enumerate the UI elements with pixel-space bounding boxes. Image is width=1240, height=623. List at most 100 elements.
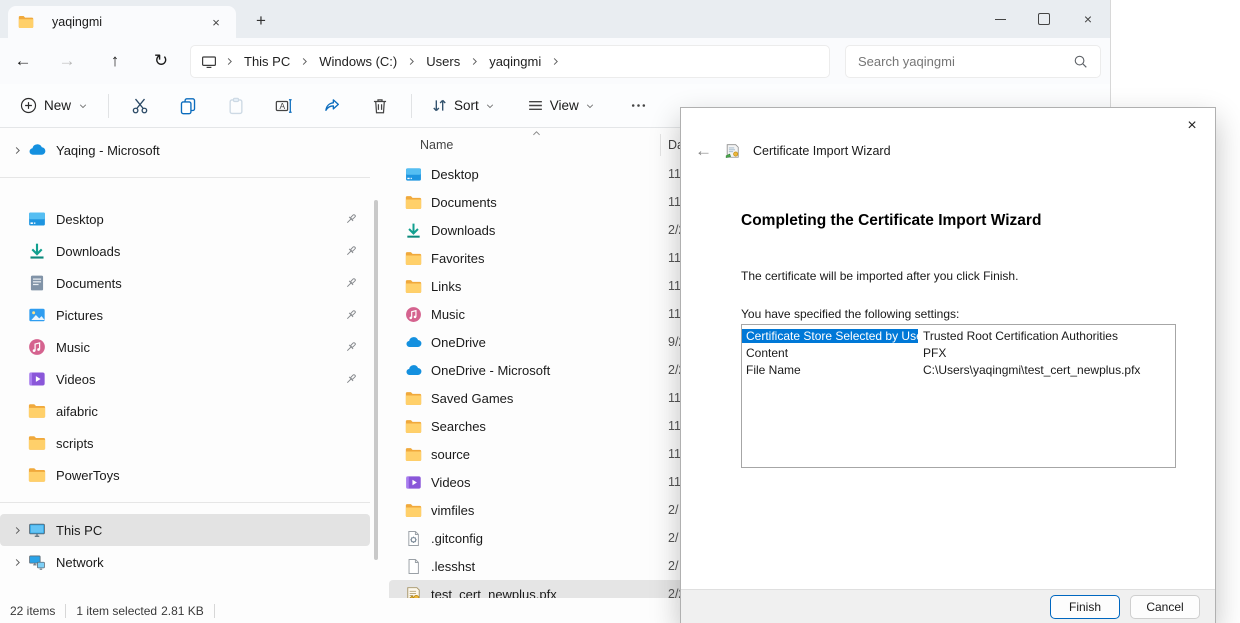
breadcrumb-chevron-icon[interactable] [405, 56, 418, 67]
file-row-gitconfig[interactable]: .gitconfig2/ [389, 524, 685, 552]
folder-icon [405, 418, 422, 435]
chevron-right-icon[interactable] [6, 145, 28, 156]
navigation-bar: ← → ↑ ↻ This PC Windows (C:) Users yaqingmi… [0, 38, 1110, 84]
documents-icon [28, 274, 46, 292]
share-button[interactable] [311, 89, 353, 123]
finish-button[interactable]: Finish [1050, 595, 1120, 619]
copy-button[interactable] [167, 89, 209, 123]
chevron-right-icon[interactable] [6, 557, 28, 568]
sidebar-item-network[interactable]: Network [0, 546, 370, 578]
column-header-name[interactable]: Name [420, 138, 453, 152]
maximize-button[interactable] [1022, 0, 1066, 38]
file-name: vimfiles [431, 503, 685, 518]
cut-button[interactable] [119, 89, 161, 123]
file-row-links[interactable]: Links11/ [389, 272, 685, 300]
cancel-button[interactable]: Cancel [1130, 595, 1200, 619]
downloads-icon [405, 222, 422, 239]
breadcrumb-yaqingmi[interactable]: yaqingmi [481, 52, 549, 71]
file-row-downloads[interactable]: Downloads2/2 [389, 216, 685, 244]
breadcrumb-chevron-icon[interactable] [468, 56, 481, 67]
chevron-right-icon[interactable] [6, 525, 28, 536]
column-divider[interactable] [660, 134, 661, 156]
sidebar-divider [0, 177, 370, 178]
address-bar[interactable]: This PC Windows (C:) Users yaqingmi [190, 45, 830, 78]
file-row-test-cert-newplus-pfx[interactable]: test_cert_newplus.pfx2/2 [389, 580, 685, 598]
view-icon [527, 97, 544, 114]
selection-size: 2.81 KB [161, 604, 214, 618]
dialog-back-icon[interactable]: ← [695, 141, 712, 161]
sidebar-scrollbar[interactable] [374, 200, 378, 560]
close-button[interactable]: × [1066, 0, 1110, 38]
sidebar-item-this-pc[interactable]: This PC [0, 514, 370, 546]
delete-button[interactable] [359, 89, 401, 123]
sidebar-item-documents[interactable]: Documents [0, 267, 370, 299]
file-row-onedrive[interactable]: OneDrive9/2 [389, 328, 685, 356]
wizard-intro-text: The certificate will be imported after y… [741, 269, 1018, 283]
new-button[interactable]: New [10, 91, 98, 120]
sidebar-item-yaqing-microsoft[interactable]: Yaqing - Microsoft [0, 134, 370, 166]
tab-yaqingmi[interactable]: yaqingmi × [8, 6, 236, 38]
file-row-source[interactable]: source11/ [389, 440, 685, 468]
file-row-desktop[interactable]: Desktop11/ [389, 160, 685, 188]
file-row-onedrive-microsoft[interactable]: OneDrive - Microsoft2/2 [389, 356, 685, 384]
file-name: source [431, 447, 685, 462]
cut-icon [131, 97, 149, 115]
onedrive-icon [28, 141, 46, 159]
gitconfig-icon [405, 530, 422, 547]
sidebar-item-aifabric[interactable]: aifabric [0, 395, 370, 427]
rename-button[interactable]: A [263, 89, 305, 123]
setting-row-certificate-store-selected-by-user[interactable]: Certificate Store Selected by UserTruste… [742, 327, 1175, 344]
file-row-saved-games[interactable]: Saved Games11/ [389, 384, 685, 412]
paste-button[interactable] [215, 89, 257, 123]
back-button[interactable]: ← [8, 46, 38, 76]
file-row-searches[interactable]: Searches11/ [389, 412, 685, 440]
file-date: 2/ [668, 503, 678, 517]
file-row-videos[interactable]: Videos11/ [389, 468, 685, 496]
sidebar-item-desktop[interactable]: Desktop [0, 203, 370, 235]
setting-row-content[interactable]: ContentPFX [742, 344, 1175, 361]
sidebar-item-downloads[interactable]: Downloads [0, 235, 370, 267]
pin-icon [344, 276, 358, 290]
onedrive-icon [405, 362, 422, 379]
file-name: Searches [431, 419, 685, 434]
new-tab-button[interactable]: + [248, 8, 274, 34]
tab-close-icon[interactable]: × [206, 12, 226, 32]
setting-row-file-name[interactable]: File NameC:\Users\yaqingmi\test_cert_new… [742, 361, 1175, 378]
file-row-music[interactable]: Music11/ [389, 300, 685, 328]
dialog-header: ← Certificate Import Wizard [695, 141, 891, 161]
forward-button[interactable]: → [52, 46, 82, 76]
music-icon [28, 338, 46, 356]
file-icon [405, 558, 422, 575]
settings-table[interactable]: Certificate Store Selected by UserTruste… [741, 324, 1176, 468]
sidebar-item-powertoys[interactable]: PowerToys [0, 459, 370, 491]
breadcrumb-users[interactable]: Users [418, 52, 468, 71]
sidebar-item-videos[interactable]: Videos [0, 363, 370, 395]
sidebar-item-scripts[interactable]: scripts [0, 427, 370, 459]
file-row-vimfiles[interactable]: vimfiles2/ [389, 496, 685, 524]
dialog-close-button[interactable]: × [1177, 112, 1207, 140]
sidebar-item-music[interactable]: Music [0, 331, 370, 363]
search-placeholder: Search yaqingmi [858, 54, 1073, 69]
search-box[interactable]: Search yaqingmi [845, 45, 1101, 78]
breadcrumb-this-pc[interactable]: This PC [236, 52, 298, 71]
file-name: Downloads [431, 223, 685, 238]
more-options-button[interactable] [618, 89, 660, 123]
file-row-documents[interactable]: Documents11/ [389, 188, 685, 216]
breadcrumb-chevron-icon[interactable] [298, 56, 311, 67]
file-name: OneDrive - Microsoft [431, 363, 685, 378]
sidebar-item-pictures[interactable]: Pictures [0, 299, 370, 331]
music-icon [405, 306, 422, 323]
breadcrumb-chevron-icon[interactable] [549, 56, 562, 67]
sidebar-item-label: scripts [56, 436, 362, 451]
view-button[interactable]: View [518, 91, 604, 120]
sort-button[interactable]: Sort [422, 91, 504, 120]
file-row-favorites[interactable]: Favorites11/ [389, 244, 685, 272]
file-row-lesshst[interactable]: .lesshst2/ [389, 552, 685, 580]
minimize-button[interactable] [978, 0, 1022, 38]
breadcrumb-chevron-icon[interactable] [223, 56, 236, 67]
up-button[interactable]: ↑ [100, 46, 130, 76]
breadcrumb-windows-c[interactable]: Windows (C:) [311, 52, 405, 71]
refresh-button[interactable]: ↻ [146, 46, 176, 76]
sidebar-item-label: Documents [56, 276, 344, 291]
folder-icon [28, 466, 46, 484]
